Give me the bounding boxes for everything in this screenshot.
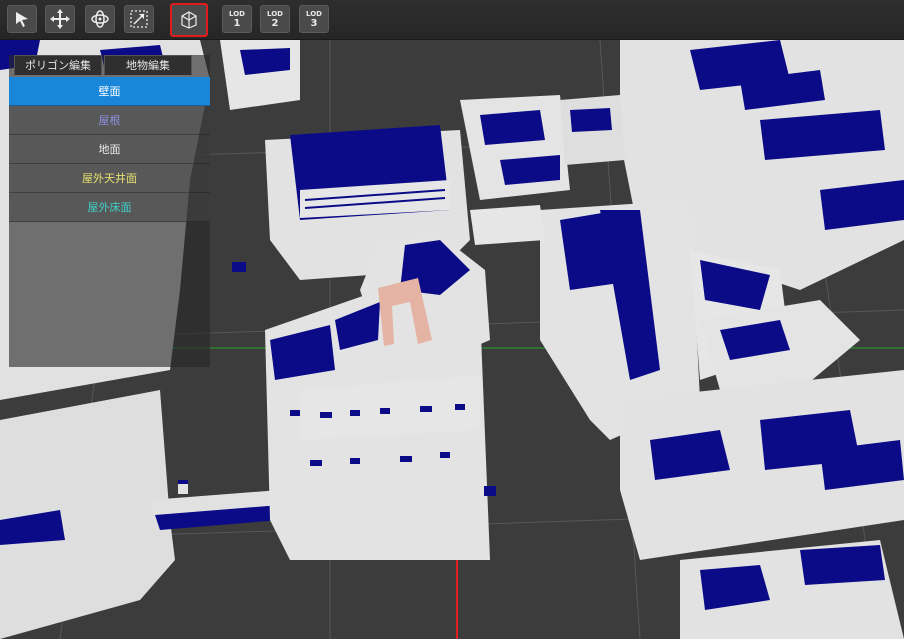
lod-3-button[interactable]: LOD 3 (299, 5, 329, 33)
select-arrow-icon (16, 12, 28, 27)
building-view-button[interactable] (170, 3, 208, 37)
building-view-icon (181, 11, 197, 29)
lod-3-number: 3 (310, 18, 318, 29)
move-tool-button[interactable] (45, 5, 75, 33)
move-icon (50, 9, 70, 29)
toolbar: LOD 1 LOD 2 LOD 3 (0, 0, 904, 40)
select-tool-button[interactable] (7, 5, 37, 33)
tab-feature-edit[interactable]: 地物編集 (104, 55, 192, 75)
list-item-ground[interactable]: 地面 (9, 135, 210, 164)
lod-2-button[interactable]: LOD 2 (260, 5, 290, 33)
list-item-outer-floor[interactable]: 屋外床面 (9, 193, 210, 222)
lod-2-number: 2 (271, 18, 279, 29)
scale-icon (130, 10, 148, 28)
list-item-roof[interactable]: 屋根 (9, 106, 210, 135)
rotate-icon (91, 10, 109, 28)
scale-tool-button[interactable] (124, 5, 154, 33)
tab-polygon-edit[interactable]: ポリゴン編集 (14, 55, 102, 75)
lod-1-number: 1 (233, 18, 241, 29)
rotate-tool-button[interactable] (85, 5, 115, 33)
list-item-outer-ceiling[interactable]: 屋外天井面 (9, 164, 210, 193)
lod-1-button[interactable]: LOD 1 (222, 5, 252, 33)
list-item-wall[interactable]: 壁面 (9, 77, 210, 106)
surface-type-list: 壁面 屋根 地面 屋外天井面 屋外床面 (9, 77, 210, 222)
